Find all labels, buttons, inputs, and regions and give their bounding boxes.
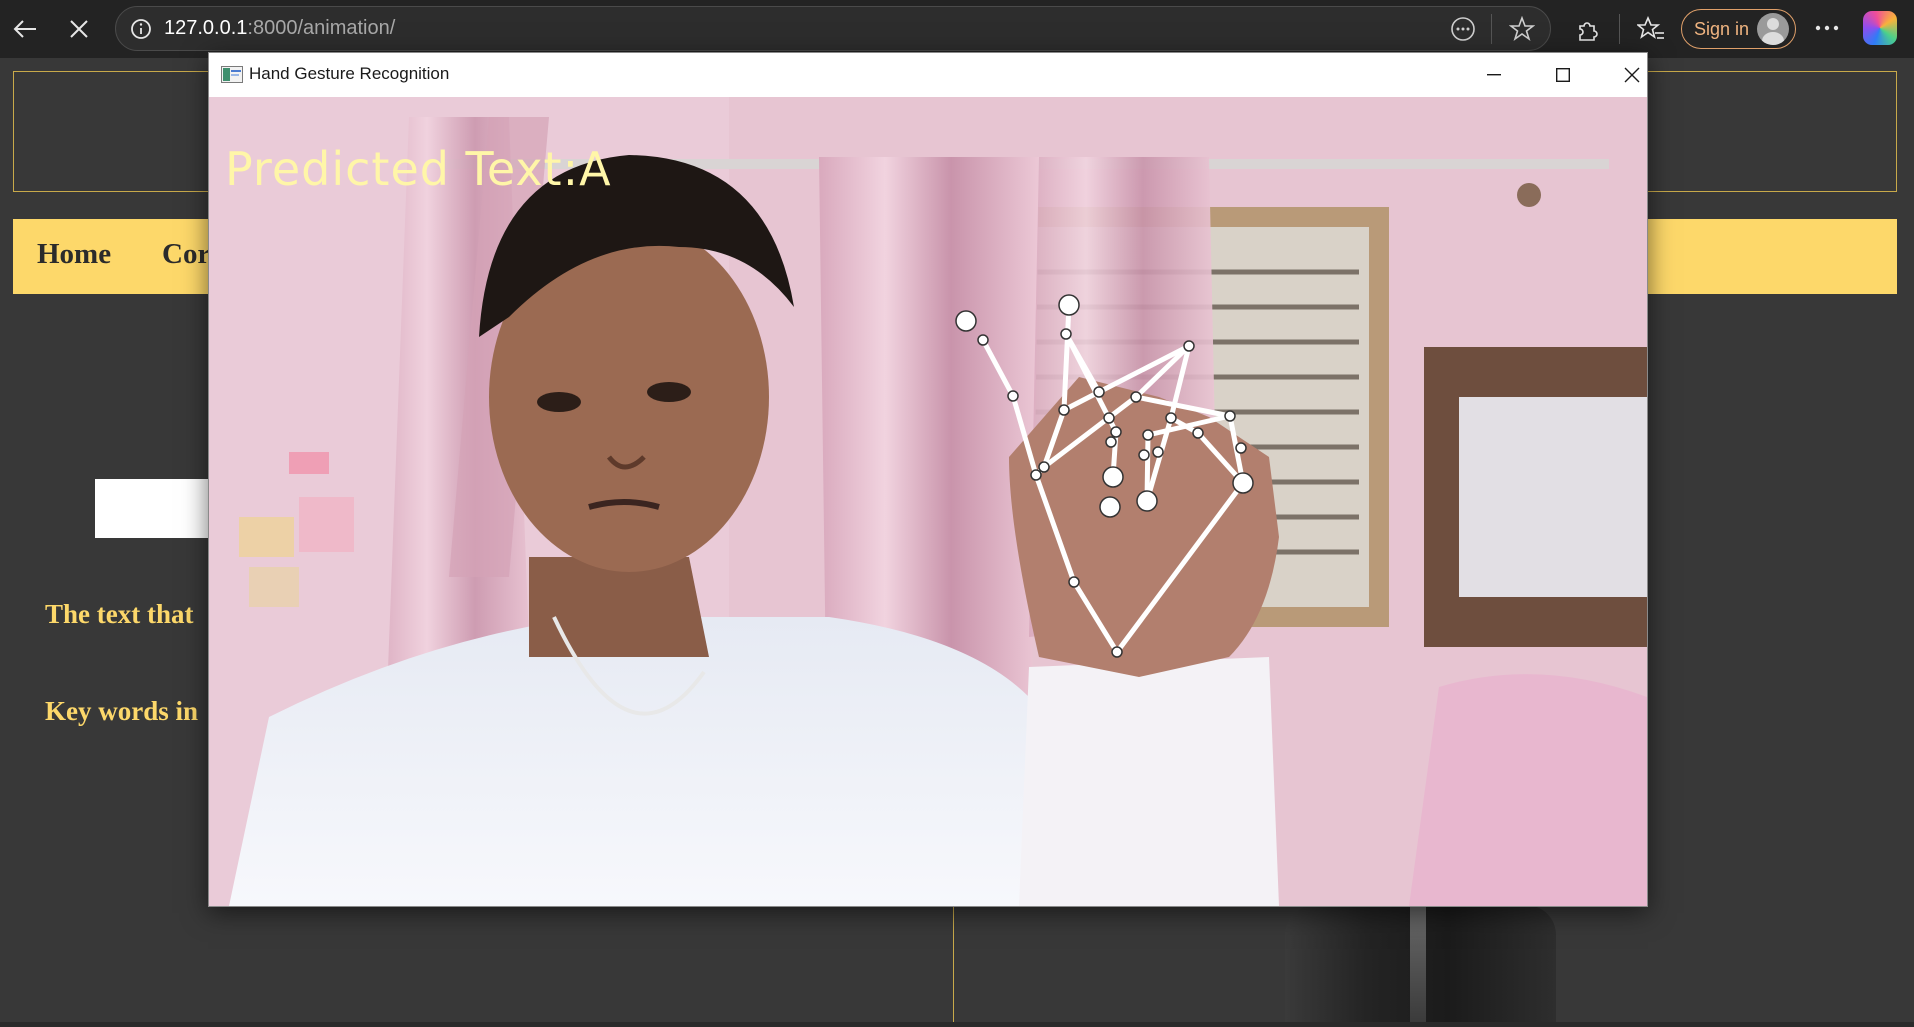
- hand-landmark-point: [977, 334, 989, 346]
- app-icon: [221, 66, 243, 83]
- more-tools-icon[interactable]: [1450, 16, 1476, 42]
- browser-toolbar: 127.0.0.1:8000/animation/ Sign in: [0, 0, 1914, 58]
- back-arrow-icon: [13, 20, 36, 38]
- hand-landmark-point: [1232, 472, 1254, 494]
- window-title: Hand Gesture Recognition: [249, 64, 450, 83]
- gesture-app-window: Hand Gesture Recognition Predicted Text:…: [208, 52, 1648, 907]
- hand-landmark-point: [1038, 461, 1050, 473]
- hand-landmark-point: [1152, 446, 1164, 458]
- hand-landmark-point: [1235, 442, 1247, 454]
- hand-landmark-point: [1058, 404, 1070, 416]
- back-button[interactable]: [6, 10, 44, 48]
- more-options-icon[interactable]: [1814, 24, 1840, 32]
- predicted-text-overlay: Predicted Text:A: [225, 142, 612, 196]
- hand-landmark-point: [1099, 496, 1121, 518]
- video-preview-person: [1285, 905, 1556, 1022]
- nav-home-link[interactable]: Home: [37, 238, 111, 271]
- address-bar[interactable]: 127.0.0.1:8000/animation/: [115, 6, 1551, 51]
- hand-landmark-point: [1138, 449, 1150, 461]
- hand-landmark-point: [1103, 412, 1115, 424]
- extensions-icon[interactable]: [1575, 17, 1601, 43]
- info-icon[interactable]: [130, 18, 152, 40]
- camera-feed: Predicted Text:A: [209, 97, 1647, 906]
- hand-landmark-point: [1111, 646, 1123, 658]
- sign-in-button[interactable]: Sign in: [1681, 9, 1796, 49]
- hand-landmark-point: [1110, 426, 1122, 438]
- hand-landmark-point: [1093, 386, 1105, 398]
- hand-landmark-point: [1183, 340, 1195, 352]
- hand-landmark-point: [1192, 427, 1204, 439]
- hand-landmark-point: [955, 310, 977, 332]
- hand-landmark-point: [1007, 390, 1019, 402]
- hand-landmark-point: [1136, 490, 1158, 512]
- favorites-icon[interactable]: [1637, 16, 1665, 42]
- minimize-icon: [1487, 74, 1501, 76]
- column-divider: [953, 905, 954, 1022]
- close-window-button[interactable]: [1601, 53, 1663, 97]
- divider: [1619, 14, 1620, 44]
- page-text-1: The text that: [45, 599, 194, 629]
- hand-landmark-point: [1105, 436, 1117, 448]
- hand-landmark-point: [1060, 328, 1072, 340]
- hand-landmark-point: [1142, 429, 1154, 441]
- maximize-icon: [1556, 68, 1570, 82]
- page-text-2: Key words in: [45, 696, 199, 726]
- window-titlebar[interactable]: Hand Gesture Recognition: [209, 53, 1647, 97]
- stop-loading-button[interactable]: [60, 10, 98, 48]
- hand-landmark-point: [1224, 410, 1236, 422]
- hand-landmark-point: [1165, 412, 1177, 424]
- close-icon: [1624, 67, 1640, 83]
- close-icon: [70, 20, 88, 38]
- sign-in-label: Sign in: [1694, 18, 1750, 39]
- maximize-button[interactable]: [1532, 53, 1594, 97]
- minimize-button[interactable]: [1463, 53, 1525, 97]
- copilot-icon[interactable]: [1863, 11, 1897, 45]
- avatar: [1757, 13, 1790, 45]
- hand-landmark-point: [1030, 469, 1042, 481]
- nav-contact-link[interactable]: Cor: [162, 238, 210, 271]
- bottom-strip: [0, 1022, 1914, 1027]
- divider: [1491, 14, 1492, 44]
- favorite-star-icon[interactable]: [1509, 16, 1535, 42]
- hand-landmark-point: [1130, 391, 1142, 403]
- hand-landmark-point: [1068, 576, 1080, 588]
- camera-scene: [209, 97, 1647, 906]
- hand-landmark-point: [1058, 294, 1080, 316]
- url-text[interactable]: 127.0.0.1:8000/animation/: [164, 17, 395, 40]
- hand-landmark-point: [1102, 466, 1124, 488]
- url-path: :8000/animation/: [247, 17, 396, 39]
- url-host: 127.0.0.1: [164, 17, 248, 39]
